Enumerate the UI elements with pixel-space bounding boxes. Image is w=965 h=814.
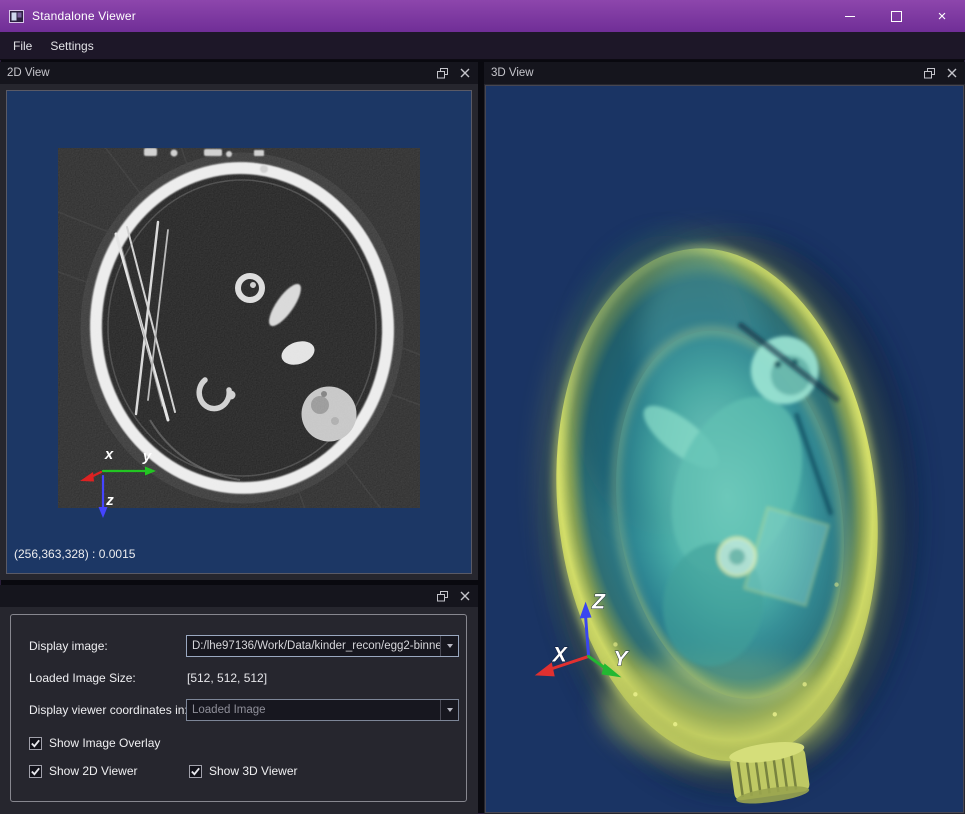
dock-3d-view: 3D View X Y Z	[484, 62, 965, 814]
menubar: File Settings	[0, 32, 965, 60]
menu-settings[interactable]: Settings	[41, 35, 102, 57]
window-controls: ×	[827, 0, 965, 32]
checkbox-box	[189, 764, 202, 778]
check-icon	[31, 739, 40, 748]
application-window: Standalone Viewer × File Settings 2D Vie…	[0, 0, 965, 814]
display-image-combobox[interactable]: D:/lhe97136/Work/Data/kinder_recon/egg2-…	[186, 635, 459, 657]
close-icon: ×	[937, 7, 947, 25]
coords-in-combobox[interactable]: Loaded Image	[186, 699, 459, 721]
window-title: Standalone Viewer	[32, 9, 136, 23]
app-icon	[9, 9, 24, 23]
checkbox-label: Show 2D Viewer	[49, 764, 138, 778]
checkbox-box	[29, 764, 42, 778]
axis-y-label: Y	[613, 647, 629, 670]
window-titlebar[interactable]: Standalone Viewer ×	[0, 0, 965, 32]
check-icon	[31, 767, 40, 776]
close-dock-button[interactable]	[458, 66, 472, 80]
close-button[interactable]: ×	[919, 0, 965, 32]
display-image-value: D:/lhe97136/Work/Data/kinder_recon/egg2-…	[192, 640, 440, 652]
checkbox-box	[29, 736, 42, 750]
axis-z-label: z	[105, 492, 114, 509]
float-button[interactable]	[435, 589, 449, 603]
checkbox-label: Show 3D Viewer	[209, 764, 298, 778]
check-icon	[191, 767, 200, 776]
axis-y-label: y	[142, 448, 152, 465]
volume-rendering: X Y Z	[486, 86, 963, 812]
close-dock-button[interactable]	[458, 589, 472, 603]
float-button[interactable]	[922, 66, 936, 80]
menu-file[interactable]: File	[4, 35, 41, 57]
dock-2d-title: 2D View	[7, 67, 50, 79]
close-icon	[460, 68, 470, 78]
coordinates-readout: (256,363,328) : 0.0015	[14, 547, 136, 561]
2d-orientation-axes: x y z	[80, 446, 156, 518]
dock-3d-body: X Y Z	[484, 84, 965, 814]
close-dock-button[interactable]	[945, 66, 959, 80]
axis-x-label: x	[104, 446, 114, 463]
float-icon	[923, 67, 935, 78]
coords-in-value: Loaded Image	[192, 704, 266, 716]
close-icon	[460, 591, 470, 601]
dock-controls-body: Display image: D:/lhe97136/Work/Data/kin…	[0, 607, 478, 814]
loaded-size-value: [512, 512, 512]	[187, 671, 268, 685]
dock-2d-view: 2D View x y z (256,363,328): 0.0015	[0, 62, 478, 580]
minimize-icon	[845, 15, 855, 17]
dock-2d-body: x y z (256,363,328) : 0.0015	[0, 84, 478, 580]
show-3d-viewer-checkbox[interactable]: Show 3D Viewer	[189, 764, 298, 778]
dock-controls-titlebar[interactable]	[0, 585, 478, 607]
show-image-overlay-checkbox[interactable]: Show Image Overlay	[29, 736, 160, 750]
float-icon	[436, 590, 448, 601]
combo-dropdown-button[interactable]	[440, 700, 458, 720]
show-2d-viewer-checkbox[interactable]: Show 2D Viewer	[29, 764, 138, 778]
coords-in-label: Display viewer coordinates in:	[29, 703, 188, 717]
dock-controls: Display image: D:/lhe97136/Work/Data/kin…	[0, 585, 478, 814]
maximize-button[interactable]	[873, 0, 919, 32]
minimize-button[interactable]	[827, 0, 873, 32]
maximize-icon	[890, 10, 902, 22]
2d-viewport[interactable]: x y z (256,363,328) : 0.0015	[6, 90, 472, 574]
dock-2d-titlebar[interactable]: 2D View	[0, 62, 478, 84]
float-button[interactable]	[435, 66, 449, 80]
chevron-down-icon	[446, 708, 453, 712]
display-image-label: Display image:	[29, 639, 108, 653]
combo-dropdown-button[interactable]	[440, 636, 458, 656]
3d-viewport[interactable]: X Y Z	[485, 85, 964, 813]
close-icon	[947, 68, 957, 78]
dock-3d-title: 3D View	[491, 67, 534, 79]
chevron-down-icon	[446, 644, 453, 648]
float-icon	[436, 67, 448, 78]
axis-z-label: Z	[591, 591, 606, 614]
settings-group: Display image: D:/lhe97136/Work/Data/kin…	[10, 614, 467, 802]
dock-3d-titlebar[interactable]: 3D View	[484, 62, 965, 84]
checkbox-label: Show Image Overlay	[49, 736, 161, 750]
axis-x-label: X	[552, 643, 568, 666]
loaded-size-label: Loaded Image Size:	[29, 671, 136, 685]
